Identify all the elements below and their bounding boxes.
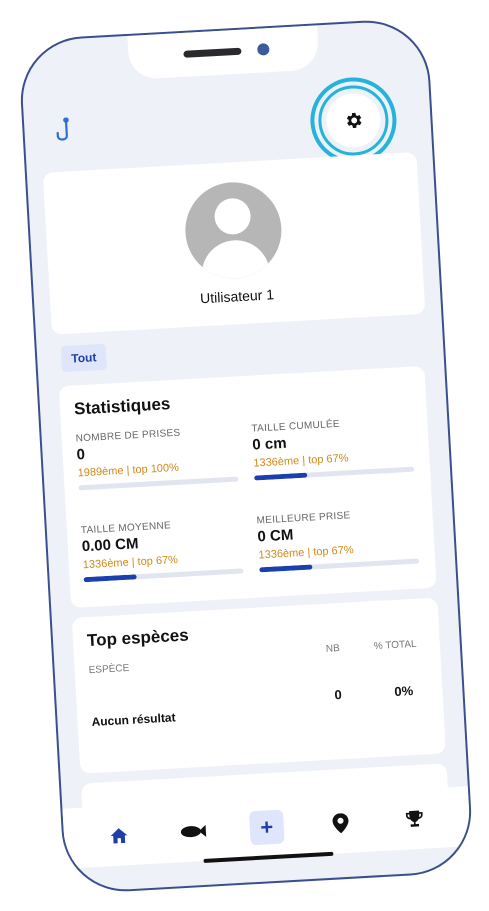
column-header-species: ESPÈCE <box>88 662 130 677</box>
statistics-card: Statistiques NOMBRE DE PRISES 0 1989ème … <box>58 365 437 608</box>
nav-trophy[interactable] <box>393 798 435 840</box>
top-species-title: Top espèces <box>86 625 190 651</box>
gear-icon <box>346 112 362 129</box>
settings-highlight <box>308 75 399 166</box>
stat-progress-bar <box>83 568 244 583</box>
stat-cumulative-size: TAILLE CUMULÉE 0 cm 1336ème | top 67% <box>251 415 415 481</box>
fishing-hook-icon[interactable] <box>54 117 74 146</box>
statistics-title: Statistiques <box>73 394 171 419</box>
avatar[interactable] <box>182 179 284 281</box>
top-species-card: Top espèces ESPÈCE NB % TOTAL Aucun résu… <box>71 597 446 774</box>
profile-card: Utilisateur 1 <box>42 152 426 335</box>
stat-progress-bar <box>259 558 420 573</box>
front-camera <box>257 43 270 56</box>
map-pin-icon <box>332 813 349 834</box>
species-total-value: 0% <box>393 683 414 700</box>
column-header-nb: NB <box>325 643 341 655</box>
column-header-total: % TOTAL <box>373 638 417 653</box>
nav-map[interactable] <box>320 802 362 844</box>
stat-best-catch: MEILLEURE PRISE 0 CM 1336ème | top 67% <box>256 507 420 573</box>
stat-progress-bar <box>78 476 239 491</box>
species-nb-value: 0 <box>334 687 343 703</box>
empty-result-text: Aucun résultat <box>91 710 176 730</box>
stat-catch-count: NOMBRE DE PRISES 0 1989ème | top 100% <box>75 425 239 491</box>
phone-frame: Utilisateur 1 Tout Statistiques NOMBRE D… <box>17 17 475 895</box>
nav-add[interactable]: + <box>246 806 288 848</box>
fish-icon <box>180 824 207 838</box>
add-icon: + <box>248 809 285 846</box>
stat-progress-fill <box>259 564 313 573</box>
stat-progress-fill <box>83 574 137 583</box>
nav-home[interactable] <box>98 815 140 857</box>
stat-progress-bar <box>254 466 415 481</box>
top-bar <box>23 75 431 166</box>
avatar-body <box>199 238 271 281</box>
stat-progress-fill <box>254 472 308 481</box>
speaker <box>183 47 242 58</box>
trophy-icon <box>405 810 423 827</box>
notch <box>127 25 320 80</box>
username: Utilisateur 1 <box>199 286 275 307</box>
filter-button-all[interactable]: Tout <box>60 343 108 373</box>
home-icon <box>110 828 128 844</box>
nav-fish[interactable] <box>172 810 214 852</box>
stat-average-size: TAILLE MOYENNE 0.00 CM 1336ème | top 67% <box>81 516 244 583</box>
avatar-head <box>213 197 252 236</box>
